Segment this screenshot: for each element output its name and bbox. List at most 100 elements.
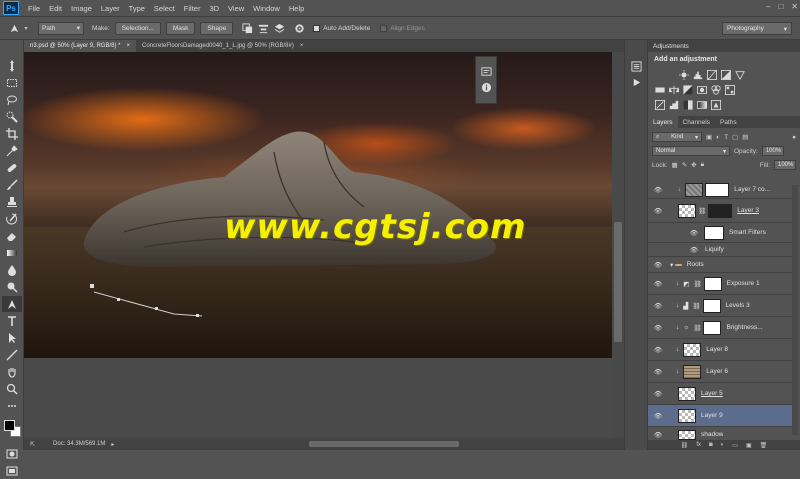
invert-icon[interactable] (654, 99, 665, 110)
layer-row-levels3[interactable]: 👁︎ ↓ ▟ ⛓︎ Levels 3 (648, 295, 792, 317)
layer-row-layer8[interactable]: 👁︎ ↓ Layer 8 (648, 339, 792, 361)
move-tool[interactable] (2, 58, 22, 74)
menu-filter[interactable]: Filter (184, 4, 201, 13)
menu-window[interactable]: Window (253, 4, 280, 13)
quick-selection-tool[interactable] (2, 109, 22, 125)
tab-channels[interactable]: Channels (678, 116, 715, 128)
new-layer-icon[interactable]: ▣ (746, 442, 752, 449)
lock-pixels-icon[interactable]: ✎ (682, 161, 687, 169)
quick-mask-button[interactable] (2, 446, 22, 462)
color-lookup-icon[interactable] (724, 84, 735, 95)
brush-tool[interactable] (2, 177, 22, 193)
eyedropper-tool[interactable] (2, 143, 22, 159)
selective-color-icon[interactable] (710, 99, 721, 110)
layer-kind-select[interactable]: ⌕ Kind ▾ (652, 132, 702, 142)
new-adjustment-icon[interactable]: ◐ (721, 442, 725, 448)
history-panel-button[interactable] (625, 58, 647, 74)
horizontal-scrollbar-thumb[interactable] (309, 441, 459, 447)
hand-tool[interactable] (2, 364, 22, 380)
visibility-eye-icon[interactable]: 👁︎ (652, 390, 664, 398)
visibility-eye-icon[interactable]: 👁︎ (652, 280, 664, 288)
clone-stamp-tool[interactable] (2, 194, 22, 210)
black-white-icon[interactable] (682, 84, 693, 95)
chevron-down-icon[interactable]: ▾ (20, 22, 32, 34)
close-tab-icon[interactable]: × (126, 43, 130, 49)
tab-n3-psd[interactable]: n3.psd @ 50% (Layer 9, RGB/8) * × (24, 40, 136, 52)
trash-icon[interactable]: 🗑︎ (760, 442, 768, 449)
tab-paths[interactable]: Paths (715, 116, 742, 128)
layer-row-layer9[interactable]: 👁︎ Layer 9 (648, 405, 792, 427)
close-tab-icon[interactable]: × (300, 43, 304, 49)
auto-add-delete-checkbox[interactable]: Auto Add/Delete (313, 24, 370, 32)
workspace-select[interactable]: Photography ▾ (722, 22, 792, 35)
tab-concrete-floors[interactable]: ConcreteFloorsDamaged0040_1_L.jpg @ 50% … (136, 40, 309, 52)
zoom-tool[interactable] (2, 381, 22, 397)
healing-brush-tool[interactable] (2, 160, 22, 176)
info-button[interactable] (476, 79, 496, 95)
pen-tool[interactable] (2, 296, 22, 312)
layer-row-layer5[interactable]: 👁︎ Layer 5 (648, 383, 792, 405)
lasso-tool[interactable] (2, 92, 22, 108)
filter-smart-object-icon[interactable]: ▤ (742, 133, 748, 141)
properties-button[interactable] (476, 63, 496, 79)
fill-input[interactable]: 100% (774, 160, 796, 170)
liquify-filter-row[interactable]: 👁︎ Liquify (648, 243, 792, 257)
gradient-map-icon[interactable] (696, 99, 707, 110)
visibility-eye-icon[interactable]: 👁︎ (652, 302, 664, 310)
layer-style-icon[interactable]: fx (696, 442, 701, 448)
actions-panel-button[interactable] (625, 74, 647, 90)
mask-button[interactable]: Mask (165, 21, 196, 35)
layer-row-layer6[interactable]: 👁︎ ↓ Layer 6 (648, 361, 792, 383)
add-mask-icon[interactable]: ◙ (709, 442, 713, 448)
align-edges-checkbox[interactable]: Align Edges (380, 24, 425, 32)
layer-row-brightness[interactable]: 👁︎ ↓ ☼ ⛓︎ Brightness... (648, 317, 792, 339)
share-icon[interactable]: ⇱ (30, 441, 35, 448)
layer-row-layer3[interactable]: 👁︎ ⛓︎ Layer 3 (648, 199, 792, 223)
shape-tool[interactable] (2, 347, 22, 363)
visibility-eye-icon[interactable]: 👁︎ (652, 261, 664, 269)
adjustments-panel-header[interactable]: Adjustments (648, 40, 800, 52)
visibility-eye-icon[interactable]: 👁︎ (652, 186, 664, 194)
layer-group-roots[interactable]: 👁︎ ▾ ▬ Roots (648, 257, 792, 273)
filter-shape-icon[interactable]: ▢ (732, 133, 738, 141)
chevron-right-icon[interactable]: ▸ (111, 441, 114, 448)
scrollbar-thumb[interactable] (614, 222, 622, 342)
smart-filters-row[interactable]: 👁︎ Smart Filters (648, 223, 792, 243)
lock-all-icon[interactable]: 🔒︎ (701, 161, 704, 169)
vibrance-icon[interactable] (734, 69, 745, 80)
vertical-scrollbar[interactable] (612, 52, 624, 438)
type-tool[interactable] (2, 313, 22, 329)
filter-pixel-icon[interactable]: ▣ (706, 133, 712, 141)
history-brush-tool[interactable] (2, 211, 22, 227)
menu-select[interactable]: Select (154, 4, 175, 13)
maximize-button[interactable]: □ (778, 2, 783, 11)
lock-position-icon[interactable]: ✥ (691, 161, 696, 169)
lock-transparent-icon[interactable]: ▦ (672, 161, 678, 169)
crop-tool[interactable] (2, 126, 22, 142)
hue-saturation-icon[interactable] (654, 84, 665, 95)
menu-file[interactable]: File (28, 4, 40, 13)
tab-layers[interactable]: Layers (648, 116, 678, 128)
layer-row-exposure1[interactable]: 👁︎ ↓ ◩ ⛓︎ Exposure 1 (648, 273, 792, 295)
visibility-eye-icon[interactable]: 👁︎ (652, 368, 664, 376)
dodge-tool[interactable] (2, 279, 22, 295)
close-button[interactable]: ✕ (791, 2, 798, 11)
photo-filter-icon[interactable] (696, 84, 707, 95)
visibility-eye-icon[interactable]: 👁︎ (652, 207, 664, 215)
layers-scrollbar[interactable] (792, 185, 798, 435)
menu-type[interactable]: Type (129, 4, 145, 13)
document-canvas[interactable]: www.cgtsj.com (24, 52, 612, 358)
levels-icon[interactable] (692, 69, 703, 80)
gradient-tool[interactable] (2, 245, 22, 261)
pen-tool-icon[interactable] (8, 22, 20, 34)
link-layers-icon[interactable]: ⛓︎ (681, 442, 689, 449)
opacity-input[interactable]: 100% (761, 146, 784, 156)
filter-toggle-icon[interactable]: ● (792, 134, 796, 141)
path-operations-icon[interactable] (241, 22, 253, 34)
blur-tool[interactable] (2, 262, 22, 278)
path-arrangement-icon[interactable] (273, 22, 285, 34)
menu-3d[interactable]: 3D (209, 4, 219, 13)
exposure-icon[interactable] (720, 69, 731, 80)
filter-adjustment-icon[interactable]: ◐ (716, 134, 720, 141)
color-balance-icon[interactable] (668, 84, 679, 95)
